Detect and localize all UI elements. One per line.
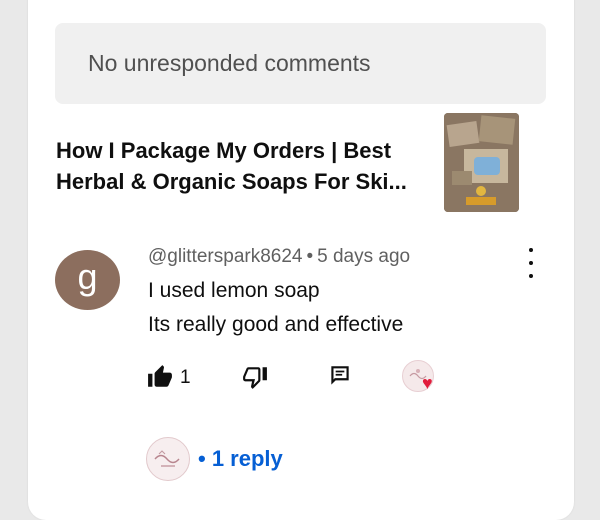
meta-separator: • — [306, 246, 314, 267]
like-count: 1 — [180, 367, 191, 388]
comment-author[interactable]: @glitterspark8624 — [148, 246, 302, 267]
heart-icon: ♥ — [422, 373, 433, 393]
avatar-letter: g — [77, 256, 98, 297]
replies-toggle[interactable]: • 1 reply — [146, 437, 283, 481]
creator-heart-button[interactable]: ♥ — [402, 360, 444, 396]
commenter-avatar[interactable]: g — [55, 250, 120, 310]
comment-time: 5 days ago — [317, 246, 411, 267]
thumbs-down-outline-icon — [243, 367, 267, 389]
banner-text: No unresponded comments — [88, 50, 371, 76]
video-title[interactable]: How I Package My Orders | Best Herbal & … — [56, 135, 426, 197]
reply-button[interactable] — [327, 363, 353, 394]
replies-link[interactable]: • 1 reply — [198, 446, 283, 472]
reply-author-avatar — [146, 437, 190, 481]
more-vertical-icon[interactable] — [522, 248, 540, 278]
comment-text-line: I used lemon soap — [148, 279, 320, 302]
dislike-button[interactable] — [241, 364, 269, 395]
comment-text-line: Its really good and effective — [148, 313, 404, 336]
comment-meta: @glitterspark8624 • 5 days ago — [148, 246, 410, 268]
thumbs-up-filled-icon — [148, 365, 172, 387]
video-thumbnail[interactable] — [444, 113, 519, 212]
no-unresponded-banner: No unresponded comments — [55, 23, 546, 104]
comment-reply-icon — [331, 366, 349, 385]
like-button[interactable] — [146, 364, 174, 395]
